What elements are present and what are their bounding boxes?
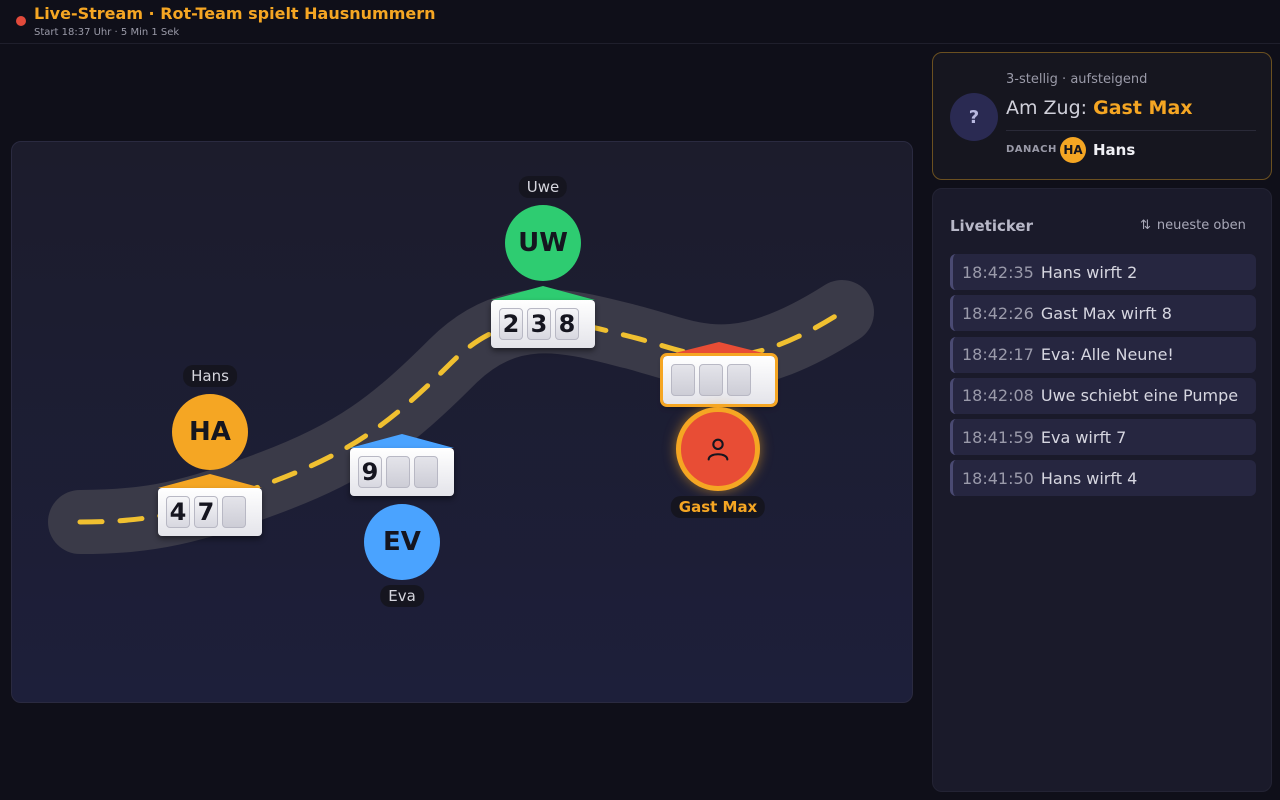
liveticker-panel: Liveticker ⇅ neueste oben 18:42:35 Hans wi… [932,188,1272,792]
house-eva: 9 [350,434,454,496]
digit-slot: 2 [499,308,523,340]
house-uwe: 2 3 8 [491,286,595,348]
ticker-message: Eva wirft 7 [1040,427,1127,447]
player-avatar-gastmax[interactable] [676,407,760,491]
digit-slot [671,364,695,396]
ticker-item: 18:42:08 Uwe schiebt eine Pumpe [950,377,1256,414]
player-name-uwe: Uwe [518,176,568,198]
house-roof [663,342,775,356]
sort-label: neueste oben [1156,218,1246,233]
house-number-eva: 9 [350,448,454,496]
ticker-time: 18:42:08 [962,386,1034,406]
next-player-avatar: HA [1060,137,1086,163]
live-indicator-icon [16,16,26,26]
player-avatar-eva[interactable]: EV [364,504,440,580]
stream-title: Live-Stream · Rot-Team spielt Hausnummer… [34,4,436,23]
digit-slot [222,496,246,528]
player-name-eva: Eva [380,585,424,607]
digit-slot: 3 [527,308,551,340]
question-icon: ? [950,93,998,141]
next-player-name: Hans [1093,141,1136,159]
sort-toggle-button[interactable]: ⇅ neueste oben [1140,218,1246,233]
digit-slot: 9 [358,456,382,488]
player-avatar-uwe[interactable]: UW [505,205,581,281]
ticker-time: 18:41:59 [962,427,1034,447]
ticker-list: 18:42:35 Hans wirft 2 18:42:26 Gast Max wi… [950,254,1256,502]
person-icon [707,438,729,461]
house-hans: 4 7 [158,474,262,536]
ticker-item: 18:42:17 Eva: Alle Neune! [950,336,1256,373]
ticker-time: 18:41:50 [962,468,1034,488]
ticker-message: Uwe schiebt eine Pumpe [1040,386,1239,406]
digit-slot [414,456,438,488]
digit-slot [699,364,723,396]
ticker-message: Gast Max wirft 8 [1040,303,1172,323]
next-label: DANACH [1006,144,1057,155]
divider [1006,130,1256,131]
house-roof [158,474,262,488]
ticker-message: Eva: Alle Neune! [1040,345,1174,365]
turn-card: ? 3-stellig · aufsteigend Am Zug: Gast M… [932,52,1272,180]
ticker-message: Hans wirft 2 [1040,262,1138,282]
game-mode: 3-stellig · aufsteigend [1006,72,1148,87]
ticker-time: 18:42:26 [962,303,1034,323]
road-path [48,280,874,554]
liveticker-title: Liveticker [950,217,1033,235]
player-avatar-hans[interactable]: HA [172,394,248,470]
digit-slot [386,456,410,488]
house-roof [491,286,595,300]
digit-slot [727,364,751,396]
digit-slot: 4 [166,496,190,528]
current-player-name: Gast Max [1093,97,1193,119]
stream-subtitle: Start 18:37 Uhr · 5 Min 1 Sek [34,27,180,38]
sort-icon: ⇅ [1140,218,1151,233]
digit-slot: 7 [194,496,218,528]
ticker-message: Hans wirft 4 [1040,468,1138,488]
house-number-hans: 4 7 [158,488,262,536]
ticker-item: 18:42:26 Gast Max wirft 8 [950,295,1256,332]
ticker-time: 18:42:17 [962,345,1034,365]
ticker-item: 18:42:35 Hans wirft 2 [950,254,1256,290]
ticker-item: 18:41:59 Eva wirft 7 [950,419,1256,456]
house-number-gastmax [660,353,778,407]
player-name-gastmax: Gast Max [670,496,766,518]
player-name-hans: Hans [183,365,237,387]
game-board: Hans HA 4 7 9 EV Eva Uwe UW 2 3 8 Gast M… [11,141,913,703]
turn-prefix: Am Zug: [1006,97,1094,119]
house-roof [350,434,454,448]
ticker-item: 18:41:50 Hans wirft 4 [950,460,1256,497]
current-turn: Am Zug: Gast Max [1006,97,1193,119]
ticker-time: 18:42:35 [962,262,1034,282]
house-number-uwe: 2 3 8 [491,300,595,348]
stream-header: Live-Stream · Rot-Team spielt Hausnummer… [0,0,1280,44]
digit-slot: 8 [555,308,579,340]
house-gastmax [660,342,778,407]
